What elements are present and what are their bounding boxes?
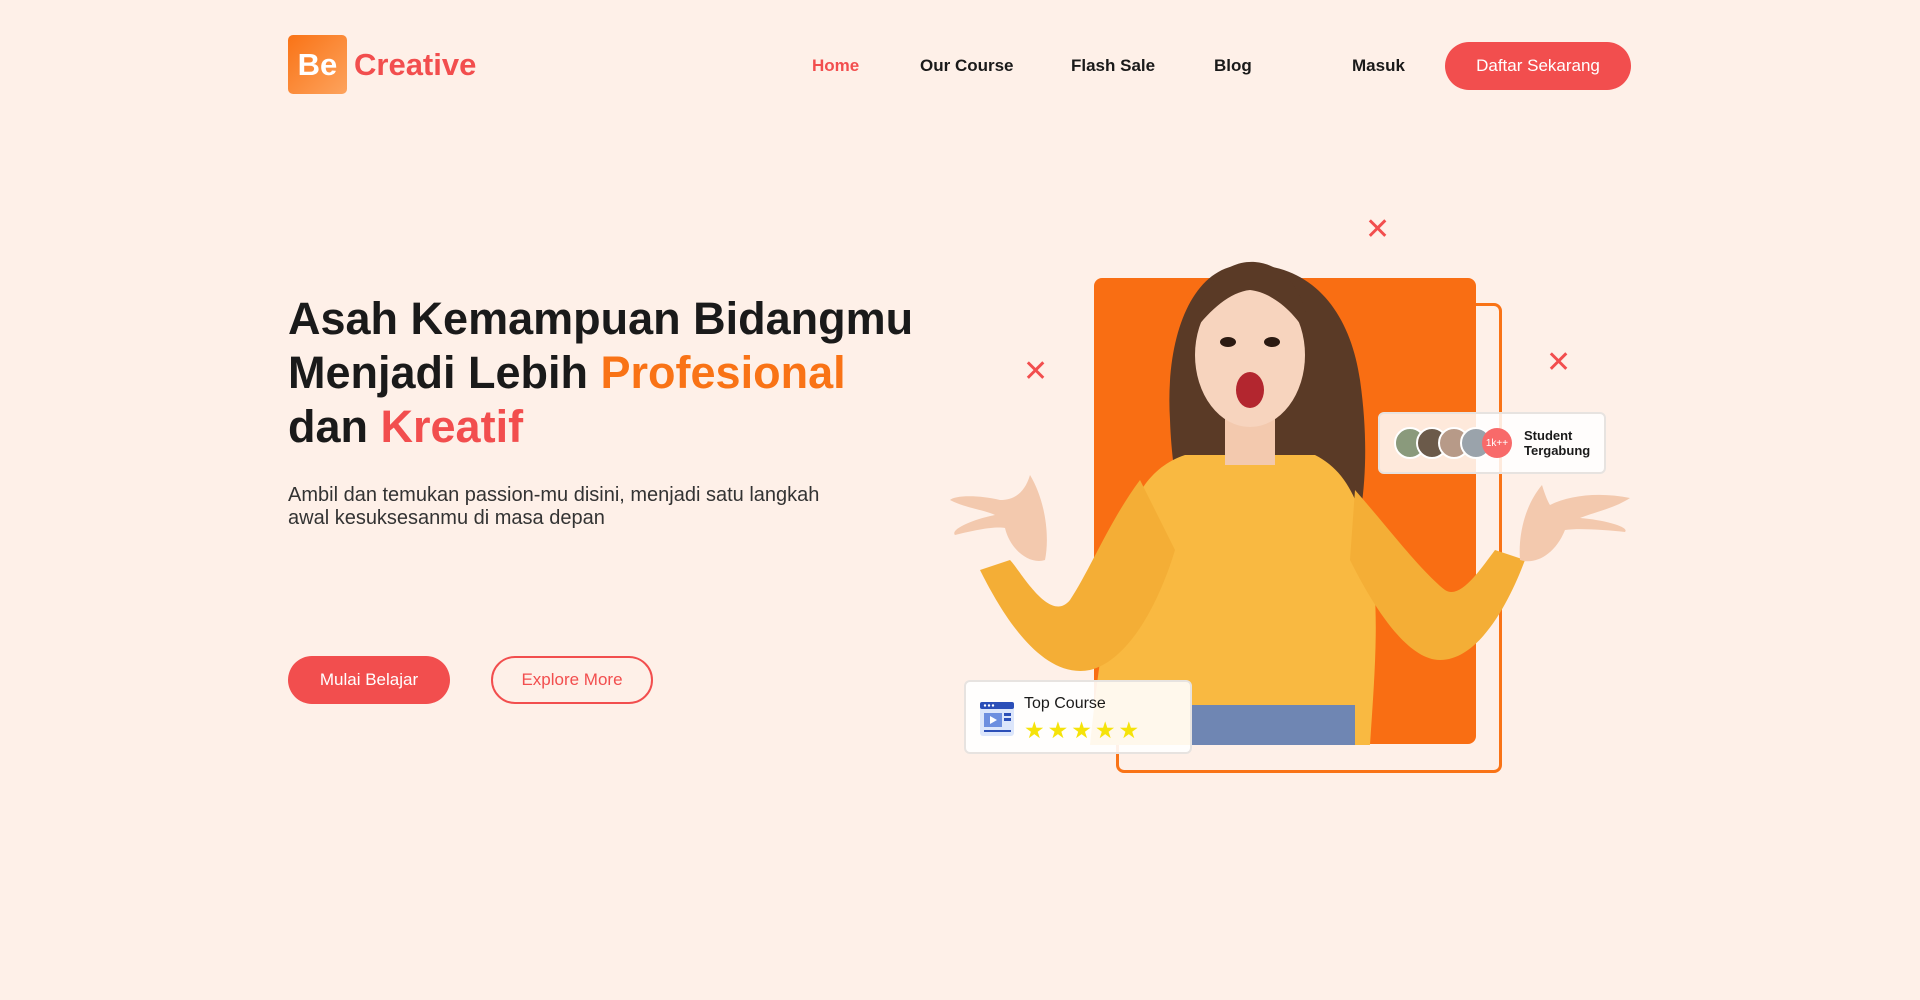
highlight-kreatif: Kreatif bbox=[380, 401, 524, 452]
nav-our-course[interactable]: Our Course bbox=[920, 56, 1014, 76]
headline-line-3-prefix: dan bbox=[288, 401, 381, 452]
subtitle-line-2: awal kesuksesanmu di masa depan bbox=[288, 507, 605, 529]
hero-person-image bbox=[950, 261, 1630, 745]
nav-flash-sale[interactable]: Flash Sale bbox=[1071, 56, 1155, 76]
headline-line-3: dan Kreatif bbox=[288, 400, 913, 454]
rating-stars: ★ ★ ★ ★ ★ bbox=[1024, 718, 1142, 742]
brand-name: Creative bbox=[354, 46, 477, 82]
video-course-icon bbox=[980, 702, 1014, 736]
student-count-badge: 1k++ bbox=[1482, 428, 1512, 458]
star-icon: ★ bbox=[1047, 717, 1069, 743]
highlight-profesional: Profesional bbox=[600, 347, 846, 398]
star-icon: ★ bbox=[1024, 717, 1045, 743]
student-label-line-1: Student bbox=[1524, 428, 1573, 443]
headline-line-2-prefix: Menjadi Lebih bbox=[288, 347, 601, 398]
register-button[interactable]: Daftar Sekarang bbox=[1445, 42, 1631, 90]
brand-logo[interactable]: Be Creative bbox=[288, 35, 476, 94]
subtitle-line-1: Ambil dan temukan passion-mu disini, men… bbox=[288, 484, 820, 506]
student-label: Student Tergabung bbox=[1524, 428, 1604, 458]
star-icon: ★ bbox=[1071, 717, 1092, 743]
decor-x-mark-left: ✕ bbox=[1023, 355, 1049, 388]
top-course-card: Top Course ★ ★ ★ ★ ★ bbox=[964, 680, 1192, 754]
logo-mark: Be bbox=[288, 35, 347, 94]
top-course-label: Top Course bbox=[1024, 695, 1106, 712]
student-joined-card: 1k++ Student Tergabung bbox=[1378, 412, 1606, 474]
nav-home[interactable]: Home bbox=[812, 56, 859, 76]
hero-headline: Asah Kemampuan Bidangmu Menjadi Lebih Pr… bbox=[288, 292, 913, 454]
decor-x-mark-right: ✕ bbox=[1546, 346, 1572, 379]
student-label-line-2: Tergabung bbox=[1524, 443, 1591, 458]
explore-more-button[interactable]: Explore More bbox=[491, 656, 653, 704]
hero-subtitle: Ambil dan temukan passion-mu disini, men… bbox=[288, 484, 888, 530]
login-link[interactable]: Masuk bbox=[1352, 56, 1405, 76]
star-icon: ★ bbox=[1118, 717, 1140, 743]
decor-x-mark-top: ✕ bbox=[1365, 213, 1391, 246]
nav-blog[interactable]: Blog bbox=[1214, 56, 1252, 76]
avatar-stack: 1k++ bbox=[1394, 427, 1512, 459]
headline-line-2: Menjadi Lebih Profesional bbox=[288, 346, 913, 400]
star-icon: ★ bbox=[1094, 717, 1116, 743]
start-learning-button[interactable]: Mulai Belajar bbox=[288, 656, 450, 704]
headline-line-1: Asah Kemampuan Bidangmu bbox=[288, 293, 914, 344]
